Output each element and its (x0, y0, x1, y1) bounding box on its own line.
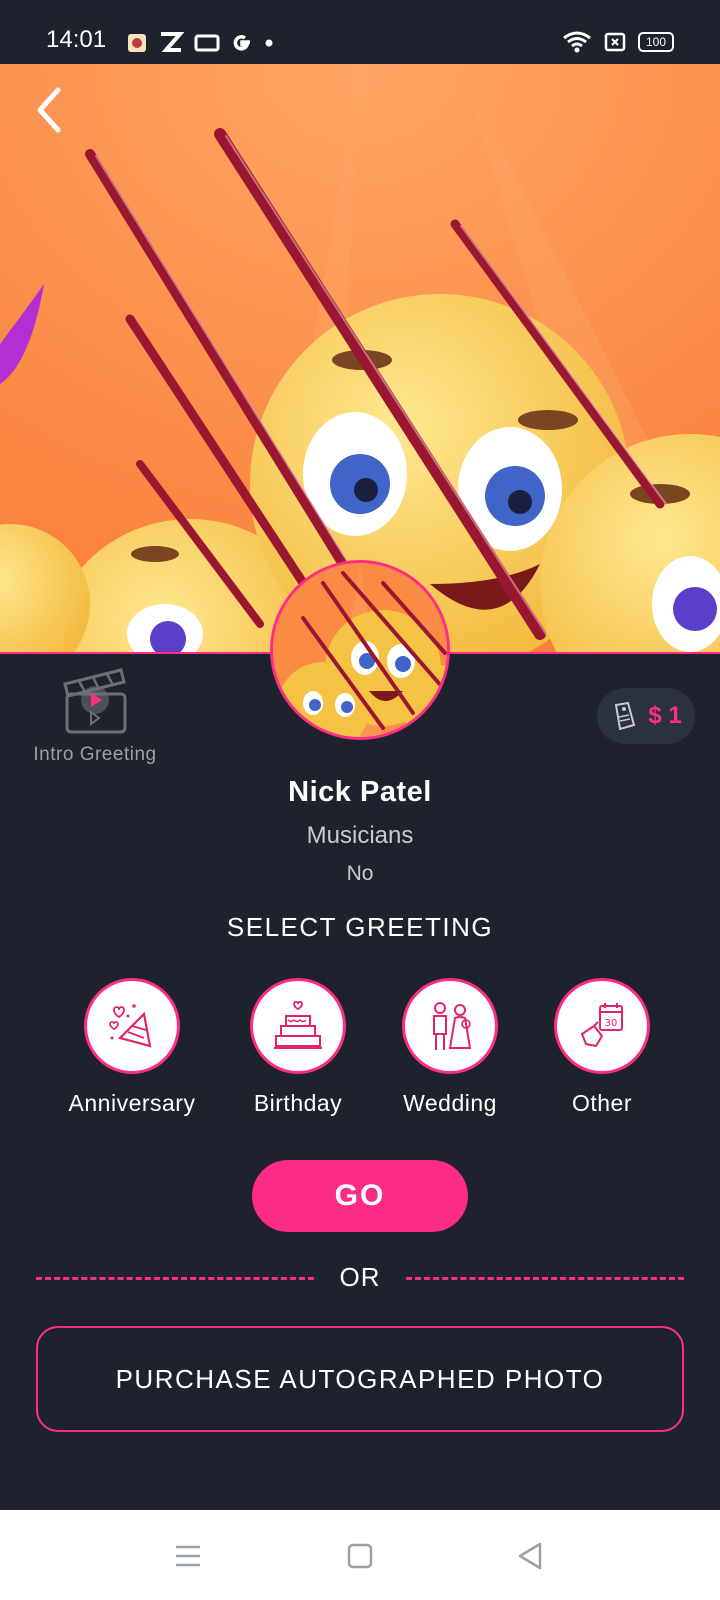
google-icon (233, 35, 250, 51)
price-tag-icon (615, 701, 636, 731)
price-badge: $ 1 (597, 688, 695, 744)
profile-category: Musicians (306, 822, 414, 849)
sim-icon (604, 32, 626, 52)
greeting-label-other: Other (571, 1090, 633, 1116)
wedding-circle (402, 978, 498, 1074)
intro-greeting-button[interactable]: Intro Greeting (20, 664, 170, 766)
status-bar: 14:01 100 (0, 0, 720, 64)
purchase-autographed-photo-button[interactable]: PURCHASE AUTOGRAPHED PHOTO (36, 1326, 684, 1432)
status-left-icons (126, 30, 274, 56)
intro-greeting-label: Intro Greeting (33, 744, 157, 765)
battery-icon: 100 (638, 32, 674, 52)
back-nav-button[interactable] (508, 1534, 552, 1578)
profile-name: Nick Patel (288, 776, 432, 808)
home-square-icon (347, 1543, 373, 1569)
home-nav-button[interactable] (338, 1534, 382, 1578)
greeting-option-wedding[interactable]: Wedding (370, 978, 530, 1117)
wifi-icon (563, 31, 591, 53)
z-app-icon (161, 32, 184, 52)
screen-cast-icon (194, 34, 220, 52)
go-button[interactable]: GO (252, 1160, 468, 1232)
greeting-label-birthday: Birthday (253, 1090, 343, 1116)
avatar (270, 560, 450, 740)
greeting-option-other[interactable]: 30 Other (522, 978, 682, 1117)
battery-level: 100 (645, 35, 667, 49)
greeting-option-birthday[interactable]: Birthday (218, 978, 378, 1117)
profile-subtext: No (346, 862, 374, 885)
select-greeting-title: SELECT GREETING (226, 912, 494, 942)
chevron-left-icon (37, 87, 61, 133)
video-clapper-icon (63, 668, 127, 734)
couple-icon (433, 1002, 472, 1050)
svg-text:30: 30 (605, 1018, 618, 1029)
back-triangle-icon (518, 1542, 542, 1570)
price-value: $ 1 (648, 702, 682, 729)
dot-icon (265, 39, 273, 47)
greeting-option-anniversary[interactable]: Anniversary (52, 978, 212, 1117)
system-nav-bar (0, 1510, 720, 1600)
status-time: 14:01 (46, 26, 107, 53)
back-button[interactable] (24, 84, 76, 136)
menu-nav-button[interactable] (166, 1534, 210, 1578)
divider-right (406, 1277, 684, 1280)
avatar-image (273, 563, 447, 737)
birthday-circle (250, 978, 346, 1074)
status-right-icons: 100 (562, 30, 674, 54)
greeting-label-wedding: Wedding (403, 1090, 497, 1116)
other-circle: 30 (554, 978, 650, 1074)
cake-icon (274, 1000, 322, 1049)
menu-icon (176, 1545, 200, 1567)
party-popper-icon (109, 1004, 152, 1048)
greeting-label-anniversary: Anniversary (68, 1090, 196, 1116)
calendar-icon: 30 (580, 1003, 623, 1048)
anniversary-circle (84, 978, 180, 1074)
app-notification-icon (128, 34, 146, 52)
